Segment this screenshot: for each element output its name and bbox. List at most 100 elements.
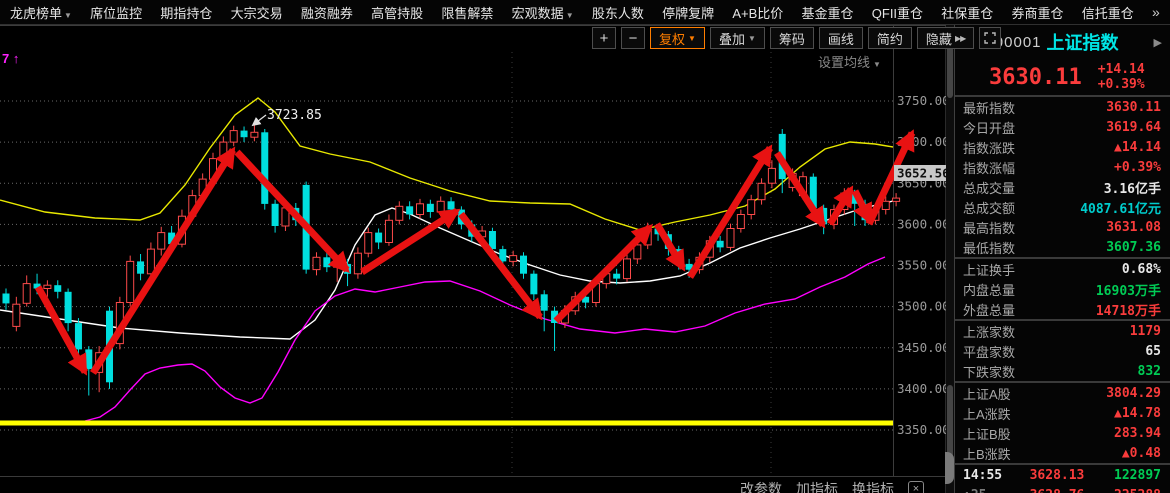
toolbar-button-+[interactable]: + <box>592 27 616 49</box>
stat-label: 指数涨幅 <box>963 158 1015 177</box>
stat-row: 下跌家数 832 <box>955 361 1170 381</box>
stat-group-3: 上涨家数1179平盘家数 65 下跌家数 832 <box>955 321 1170 383</box>
stat-label: 上证A股 <box>963 384 1011 403</box>
fullscreen-icon[interactable] <box>979 27 1001 49</box>
svg-text:3400.00: 3400.00 <box>897 381 947 396</box>
stat-value: 14718万手 <box>1096 300 1161 319</box>
stat-row: 总成交额4087.61亿元 <box>955 197 1170 217</box>
stat-value: 3.16亿手 <box>1104 178 1161 197</box>
toolbar-button-隐藏[interactable]: 隐藏▶▶ <box>917 27 974 49</box>
stat-row: 最高指数3631.08 <box>955 217 1170 237</box>
toolbar-button-简约[interactable]: 简约 <box>868 27 912 49</box>
tick-row: 14:553628.13122897 <box>955 465 1170 485</box>
stat-value: 3630.11 <box>1106 100 1161 115</box>
menu-item-4[interactable]: 大宗交易 <box>231 3 283 22</box>
chart-scrollbar[interactable] <box>946 25 954 493</box>
menu-item-11[interactable]: A+B比价 <box>732 3 783 22</box>
stat-row: 上证A股3804.29 <box>955 383 1170 403</box>
close-icon[interactable]: × <box>908 481 924 493</box>
toolbar-button-叠加[interactable]: 叠加▼ <box>710 27 765 49</box>
stat-value: 65 <box>1145 344 1161 359</box>
stat-value: 4087.61亿元 <box>1080 198 1161 217</box>
top-menu-bar: 龙虎榜单▼ 席位监控期指持仓大宗交易融资融券高管持股限售解禁宏观数据▼ 股东人数停牌… <box>0 0 1170 25</box>
toolbar-button-−[interactable]: − <box>621 27 645 49</box>
last-price: 3630.11 <box>989 65 1082 90</box>
stat-row: 今日开盘3619.64 <box>955 117 1170 137</box>
stats-list: 最新指数3630.11今日开盘3619.64指数涨跌▲14.14指数涨幅 +0.3… <box>955 97 1170 465</box>
stat-label: 上A涨跌 <box>963 404 1011 423</box>
menu-item-3[interactable]: 期指持仓 <box>160 3 212 22</box>
stat-label: 上B涨跌 <box>963 444 1011 463</box>
stat-row: 总成交量3.16亿手 <box>955 177 1170 197</box>
stat-row: 上A涨跌 ▲14.78 <box>955 403 1170 423</box>
menu-item-5[interactable]: 融资融券 <box>301 3 353 22</box>
menu-item-13[interactable]: QFII重仓 <box>872 3 923 22</box>
menu-item-2[interactable]: 席位监控 <box>90 3 142 22</box>
svg-text:3350.00: 3350.00 <box>897 422 947 437</box>
toolbar-button-筹码[interactable]: 筹码 <box>770 27 814 49</box>
menu-item-10[interactable]: 停牌复牌 <box>662 3 714 22</box>
panel-collapse-handle[interactable] <box>945 452 954 484</box>
bottom-action-1[interactable]: 改参数 <box>740 479 782 493</box>
stat-label: 今日开盘 <box>963 118 1015 137</box>
next-stock-button[interactable]: ▶ <box>1152 36 1164 49</box>
toolbar-button-复权[interactable]: 复权▼ <box>650 27 705 49</box>
chevron-down-icon: ▼ <box>873 60 881 69</box>
change-block: +14.14 +0.39% <box>1098 62 1145 92</box>
menu-item-12[interactable]: 基金重仓 <box>802 3 854 22</box>
price-row: 3630.11 +14.14 +0.39% <box>955 59 1170 97</box>
stat-label: 平盘家数 <box>963 342 1015 361</box>
menu-item-15[interactable]: 券商重仓 <box>1012 3 1064 22</box>
kline-chart[interactable]: 3750.003700.003650.003600.003550.003500.… <box>0 25 947 493</box>
tick-row: :253628.76225288 <box>955 485 1170 493</box>
bottom-action-2[interactable]: 加指标 <box>796 479 838 493</box>
toolbar-button-画线[interactable]: 画线 <box>819 27 863 49</box>
stat-value: ▲14.78 <box>1114 406 1161 421</box>
menu-item-16[interactable]: 信托重仓 <box>1082 3 1134 22</box>
menu-item-6[interactable]: 高管持股 <box>371 3 423 22</box>
quote-panel: ◀ 000001 上证指数 ▶ 3630.11 +14.14 +0.39% 最新… <box>954 25 1170 493</box>
svg-text:3652.56: 3652.56 <box>897 166 947 181</box>
stat-label: 上证B股 <box>963 424 1011 443</box>
peak-annotation: 3723.85 <box>253 108 322 125</box>
bottom-action-3[interactable]: 换指标 <box>852 479 894 493</box>
stat-row: 最新指数3630.11 <box>955 97 1170 117</box>
menu-item-7[interactable]: 限售解禁 <box>441 3 493 22</box>
stat-value: 3631.08 <box>1106 220 1161 235</box>
svg-text:3500.00: 3500.00 <box>897 299 947 314</box>
stat-row: 上涨家数1179 <box>955 321 1170 341</box>
svg-text:3550.00: 3550.00 <box>897 258 947 273</box>
tick-cell: 14:55 <box>963 468 1009 483</box>
stat-row: 最低指数3607.36 <box>955 237 1170 257</box>
menu-item-1[interactable]: 龙虎榜单▼ <box>10 3 72 22</box>
svg-text:3450.00: 3450.00 <box>897 340 947 355</box>
stat-value: 832 <box>1138 364 1161 379</box>
stat-label: 下跌家数 <box>963 362 1015 381</box>
menu-more-button[interactable]: » <box>1152 4 1160 20</box>
stat-row: 平盘家数 65 <box>955 341 1170 361</box>
stat-row: 上B涨跌▲0.48 <box>955 443 1170 463</box>
stat-value: +0.39% <box>1114 160 1161 175</box>
ma-settings-button[interactable]: 设置均线▼ <box>818 52 881 71</box>
menu-item-8[interactable]: 宏观数据▼ <box>512 3 574 22</box>
stat-group-1: 最新指数3630.11今日开盘3619.64指数涨跌▲14.14指数涨幅 +0.3… <box>955 97 1170 259</box>
stat-label: 上证换手 <box>963 260 1015 279</box>
stat-row: 内盘总量16903万手 <box>955 279 1170 299</box>
chevron-down-icon: ▼ <box>64 11 72 20</box>
stat-value: ▲14.14 <box>1114 140 1161 155</box>
double-arrow-icon: ▶▶ <box>955 34 965 43</box>
menu-item-9[interactable]: 股东人数 <box>592 3 644 22</box>
chevron-down-icon: ▼ <box>566 11 574 20</box>
stat-label: 外盘总量 <box>963 300 1015 319</box>
bollinger-bands <box>0 98 893 421</box>
tick-cell: 3628.13 <box>1009 468 1105 483</box>
svg-text:3600.00: 3600.00 <box>897 216 947 231</box>
indicator-action-bar: 改参数加指标换指标 × <box>0 476 947 493</box>
stat-value: 16903万手 <box>1096 280 1161 299</box>
stat-row: 指数涨跌▲14.14 <box>955 137 1170 157</box>
stat-row: 上证换手0.68% <box>955 259 1170 279</box>
menu-item-14[interactable]: 社保重仓 <box>941 3 993 22</box>
tick-cell: 3628.76 <box>1009 488 1105 493</box>
stat-label: 上涨家数 <box>963 322 1015 341</box>
stat-label: 最低指数 <box>963 238 1015 257</box>
